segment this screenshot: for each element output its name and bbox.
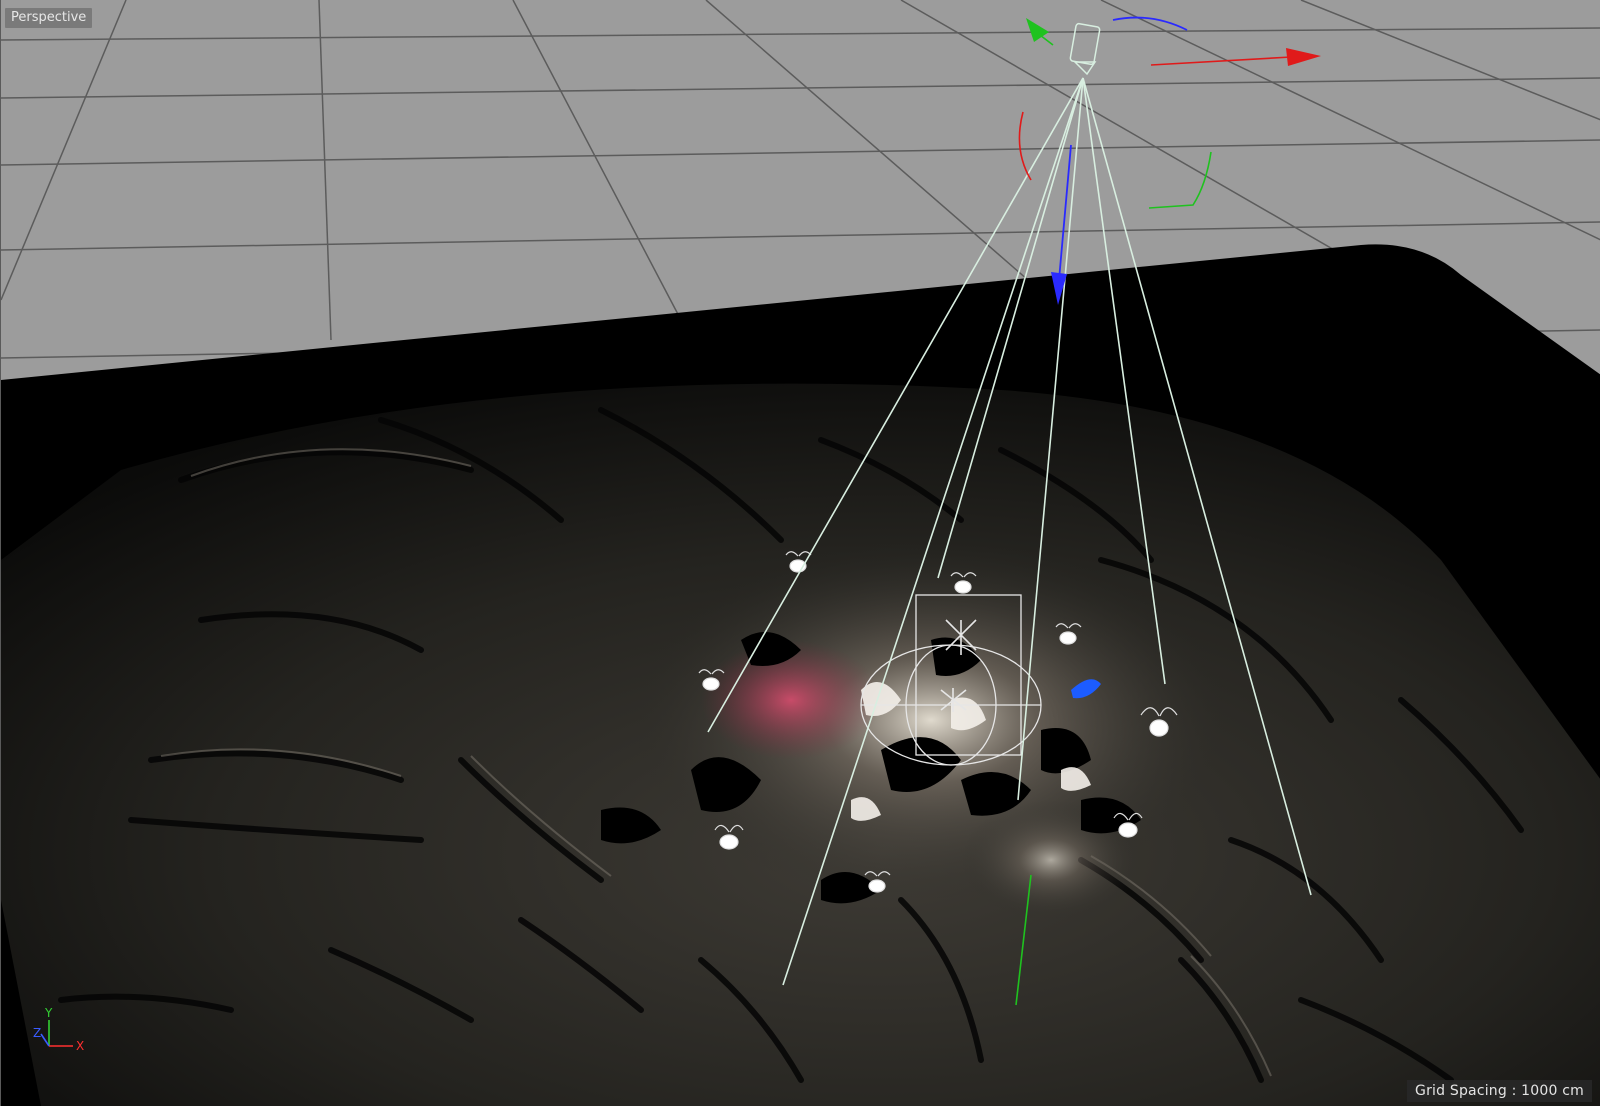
axis-z-label: Z [33,1026,41,1040]
view-name-label[interactable]: Perspective [5,8,93,28]
grid-spacing-readout: Grid Spacing : 1000 cm [1407,1080,1592,1102]
axis-y-label: Y [44,1006,53,1020]
axis-x-label: X [76,1039,84,1053]
axis-indicator: Y X Z [31,1006,91,1056]
axis-z-line [40,1033,50,1047]
3d-viewport[interactable]: Perspective Y X Z Grid Spacing : 1000 cm [0,0,1600,1106]
scene-canvas[interactable] [1,0,1600,1106]
